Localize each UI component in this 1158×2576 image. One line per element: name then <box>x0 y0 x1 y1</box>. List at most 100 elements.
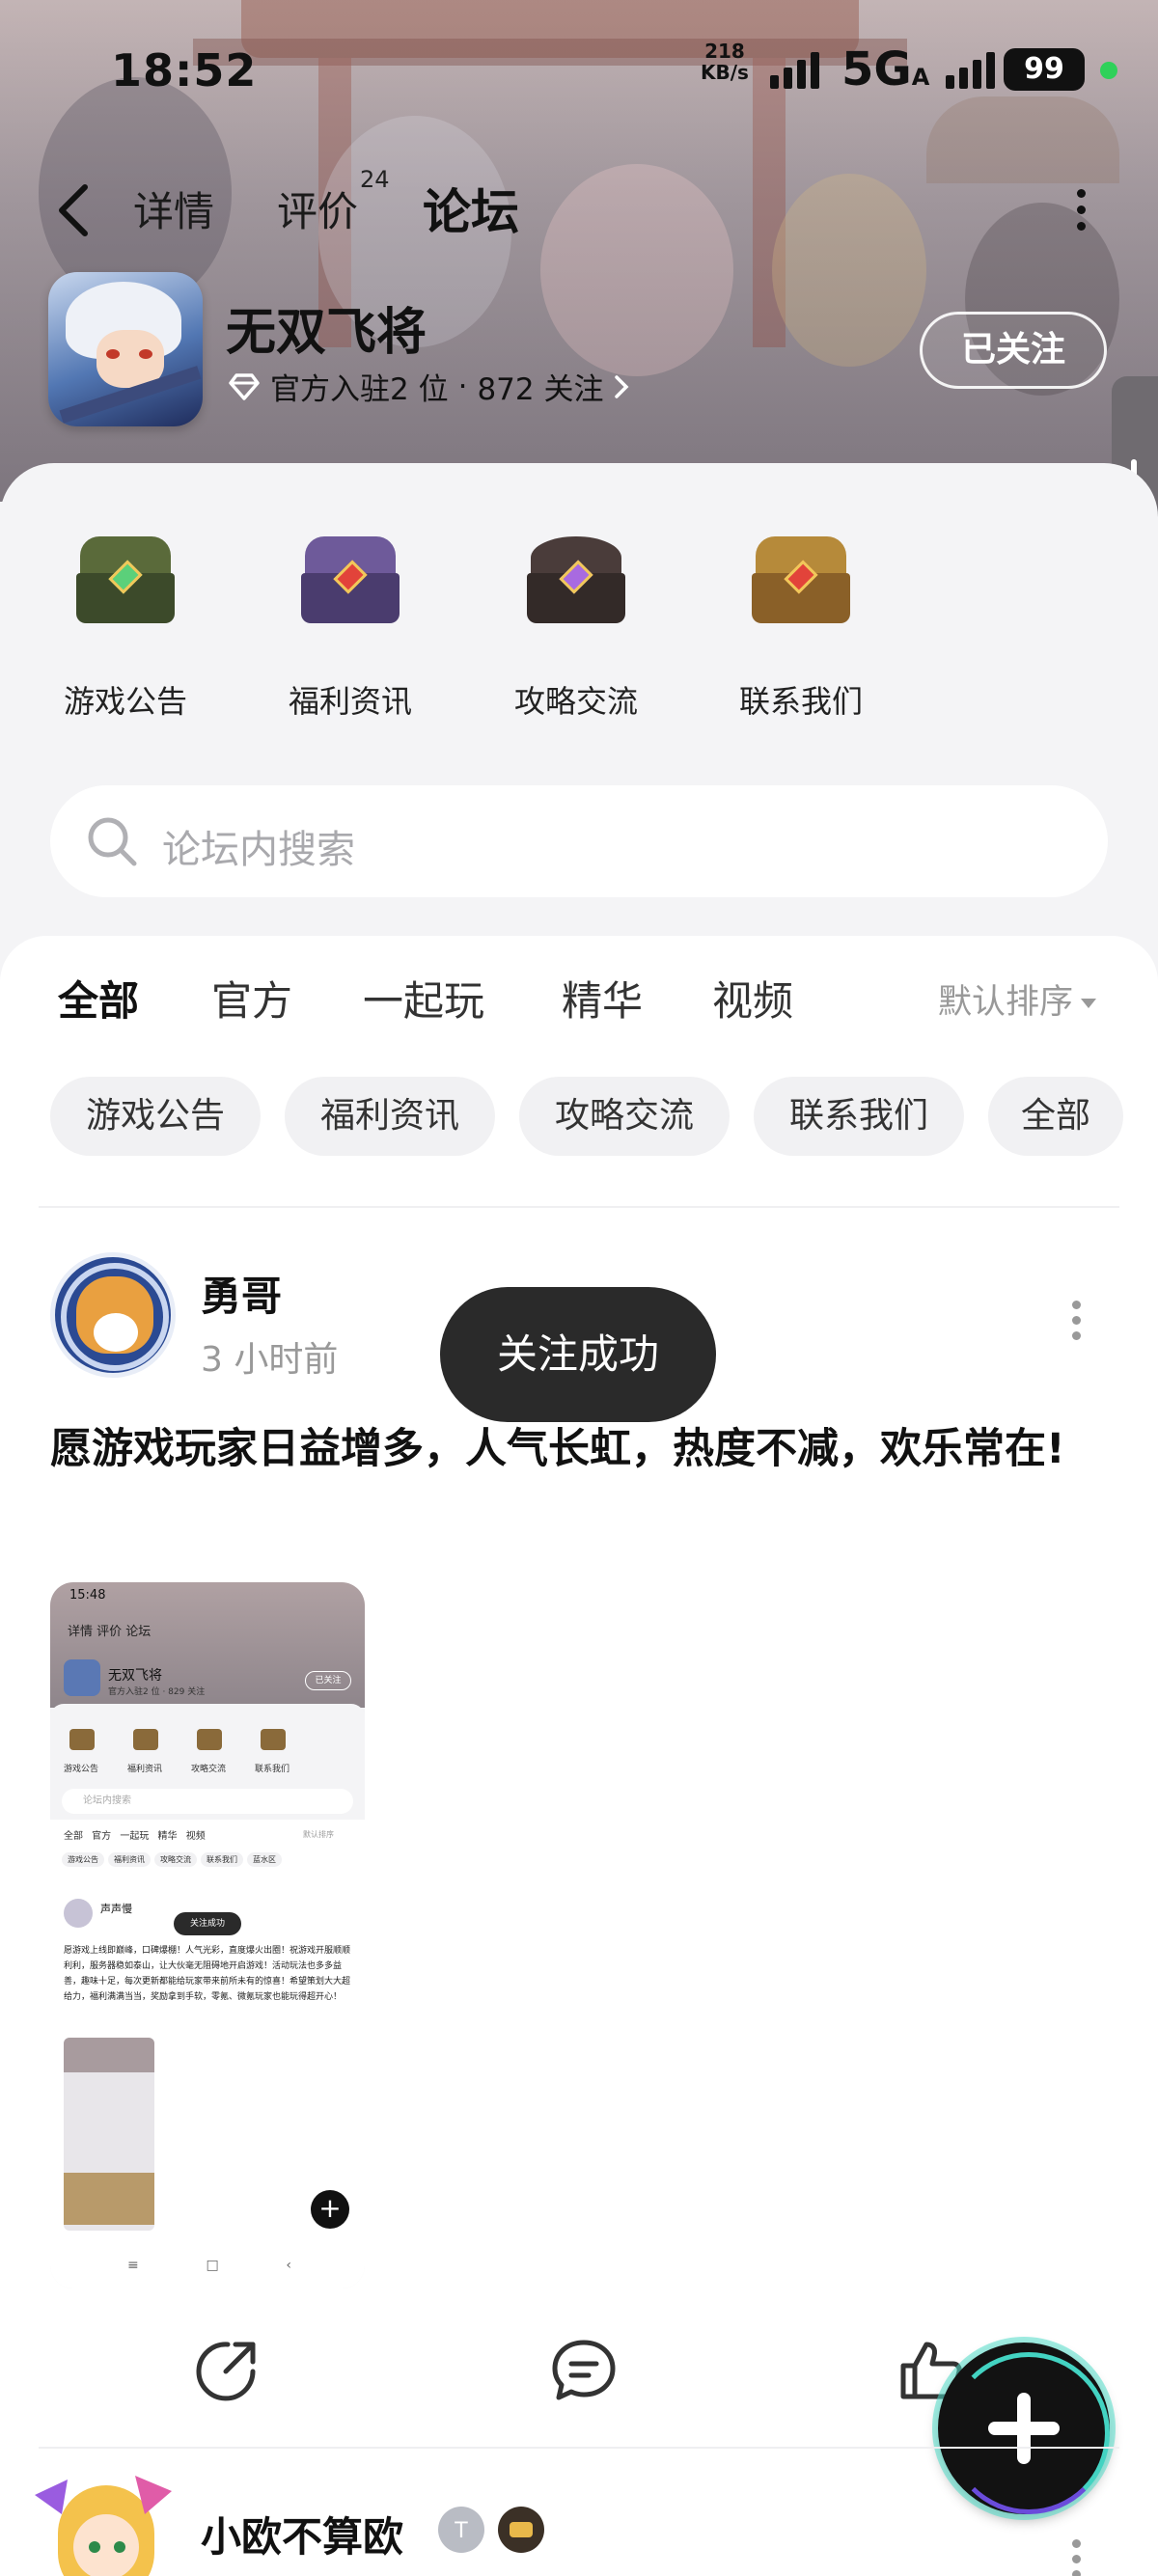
back-arrow-icon[interactable] <box>54 181 93 239</box>
thumb-sort: 默认排序 <box>303 1830 334 1839</box>
status-bar: 18:52 218 KB/s 5GA 99 <box>0 37 1158 104</box>
post-image-thumbnail[interactable]: 15:48 详情 评价 论坛 无双飞将 官方入驻2 位 · 829 关注 已关注… <box>50 1582 365 2288</box>
thumb-nav-menu: ≡ <box>127 2258 139 2273</box>
category-label: 福利资讯 <box>288 683 412 720</box>
creator-badge-icon <box>498 2507 544 2553</box>
chip-game-announcement[interactable]: 游戏公告 <box>50 1077 261 1156</box>
thumb-game-icon <box>64 1659 100 1696</box>
toast-message: 关注成功 <box>440 1287 716 1422</box>
network-type: 5GA <box>841 42 929 96</box>
thumb-title: 无双飞将 <box>108 1668 162 1684</box>
thumb-chip: 攻略交流 <box>154 1852 197 1867</box>
thumb-subtitle: 官方入驻2 位 · 829 关注 <box>108 1687 206 1697</box>
thumb-toast: 关注成功 <box>174 1912 241 1935</box>
game-title: 无双飞将 <box>226 304 427 362</box>
sort-label: 默认排序 <box>938 983 1074 1022</box>
thumb-cat-label: 攻略交流 <box>191 1765 227 1774</box>
category-label: 游戏公告 <box>63 683 187 720</box>
chip-contact-us[interactable]: 联系我们 <box>754 1077 964 1156</box>
category-welfare-news[interactable]: 福利资讯 <box>263 531 437 722</box>
more-options-icon[interactable] <box>1071 189 1090 237</box>
thumb-tabs: 全部 官方 一起玩 精华 视频 <box>64 1831 206 1842</box>
thumb-chip: 福利资讯 <box>108 1852 151 1867</box>
thumb-chest-icon <box>197 1729 222 1750</box>
thumb-nav: 详情 评价 论坛 <box>68 1625 152 1639</box>
tab-details[interactable]: 详情 <box>133 179 214 238</box>
comment-icon[interactable] <box>550 2337 618 2404</box>
filter-tab-all[interactable]: 全部 <box>58 969 140 1028</box>
chest-dark-icon <box>523 531 629 627</box>
filter-tab-video[interactable]: 视频 <box>712 969 793 1028</box>
post-author[interactable]: 勇哥 <box>201 1264 282 1323</box>
tab-reviews[interactable]: 评价 <box>277 179 358 238</box>
thumb-chip: 联系我们 <box>201 1852 243 1867</box>
post-more-icon[interactable] <box>1069 2539 1083 2576</box>
post-author[interactable]: 小欧不算欧 <box>201 2505 403 2563</box>
divider <box>39 2447 1119 2449</box>
search-placeholder: 论坛内搜索 <box>162 828 355 872</box>
tab-forum[interactable]: 论坛 <box>419 174 523 243</box>
thumb-author: 声声慢 <box>100 1903 132 1915</box>
net-speed-unit: KB/s <box>701 61 749 84</box>
category-label: 联系我们 <box>738 683 863 720</box>
thumb-navbar: ≡ □ ‹ <box>127 2258 291 2273</box>
thumb-nav-home: □ <box>206 2258 219 2273</box>
chest-gold-icon <box>748 531 854 627</box>
thumb-nested-image <box>64 2038 154 2231</box>
official-rank: 官方入驻2 位 <box>270 372 449 407</box>
net-speed-value: 218 <box>704 40 745 63</box>
thumb-time: 15:48 <box>69 1588 106 1603</box>
signal-icon <box>770 50 819 89</box>
share-icon[interactable] <box>193 2337 261 2404</box>
chip-strategy[interactable]: 攻略交流 <box>519 1077 730 1156</box>
filter-tab-play-together[interactable]: 一起玩 <box>363 969 484 1028</box>
chip-welfare-news[interactable]: 福利资讯 <box>285 1077 495 1156</box>
chevron-right-icon <box>615 374 629 398</box>
game-banner: 18:52 218 KB/s 5GA 99 详情 评价 24 论坛 无双飞将 官… <box>0 0 1158 502</box>
meta-separator: · <box>457 369 468 404</box>
game-meta[interactable]: 官方入驻2 位 · 872 关注 <box>228 365 630 408</box>
thumb-chip: 蓝水区 <box>247 1852 282 1867</box>
category-contact-us[interactable]: 联系我们 <box>714 531 888 722</box>
post-content[interactable]: 愿游戏玩家日益增多，人气长虹，热度不减，欢乐常在! <box>50 1411 1112 1488</box>
svg-text:T: T <box>454 2519 468 2543</box>
thumb-nav-back: ‹ <box>286 2258 291 2273</box>
create-post-button[interactable] <box>938 2343 1110 2514</box>
post-more-icon[interactable] <box>1069 1301 1083 1340</box>
battery-icon: 99 <box>1004 48 1085 91</box>
avatar[interactable] <box>29 2476 174 2576</box>
thumb-avatar <box>64 1899 93 1928</box>
category-strategy[interactable]: 攻略交流 <box>489 531 663 722</box>
thumb-follow: 已关注 <box>305 1671 351 1690</box>
network-sub-label: A <box>911 64 930 91</box>
chest-purple-icon <box>297 531 403 627</box>
category-label: 攻略交流 <box>513 683 638 720</box>
thumb-cat-label: 游戏公告 <box>64 1765 99 1774</box>
game-icon <box>48 272 203 426</box>
filter-tab-official[interactable]: 官方 <box>211 969 292 1028</box>
thumb-chip: 游戏公告 <box>62 1852 104 1867</box>
filter-tab-featured[interactable]: 精华 <box>562 969 643 1028</box>
avatar[interactable] <box>50 1252 176 1378</box>
thumb-search: 论坛内搜索 <box>62 1789 353 1814</box>
caret-down-icon <box>1081 999 1097 1008</box>
diamond-icon <box>229 372 260 400</box>
chest-green-icon <box>72 531 179 627</box>
category-game-announcement[interactable]: 游戏公告 <box>39 531 212 722</box>
thumb-chest-icon <box>261 1729 286 1750</box>
network-label: 5G <box>841 42 912 96</box>
forum-search-input[interactable]: 论坛内搜索 <box>50 785 1108 897</box>
search-icon <box>88 817 137 866</box>
thumb-cat-label: 联系我们 <box>255 1765 290 1774</box>
thumb-fab: + <box>311 2190 349 2229</box>
thumb-chest-icon <box>133 1729 158 1750</box>
followed-button[interactable]: 已关注 <box>920 312 1107 389</box>
thumb-chips: 游戏公告 福利资讯 攻略交流 联系我们 蓝水区 <box>62 1852 286 1867</box>
chip-all[interactable]: 全部 <box>988 1077 1123 1156</box>
followers-count: 872 关注 <box>477 372 604 407</box>
thumb-text: 愿游戏上线即巅峰，口碑爆棚！人气光彩，直度爆火出圈！祝游戏开服顺顺利利，服务器稳… <box>64 1946 351 2002</box>
reviews-count: 24 <box>360 166 390 193</box>
divider <box>39 1206 1119 1208</box>
status-time: 18:52 <box>111 44 258 96</box>
sort-dropdown[interactable]: 默认排序 <box>938 974 1097 1024</box>
